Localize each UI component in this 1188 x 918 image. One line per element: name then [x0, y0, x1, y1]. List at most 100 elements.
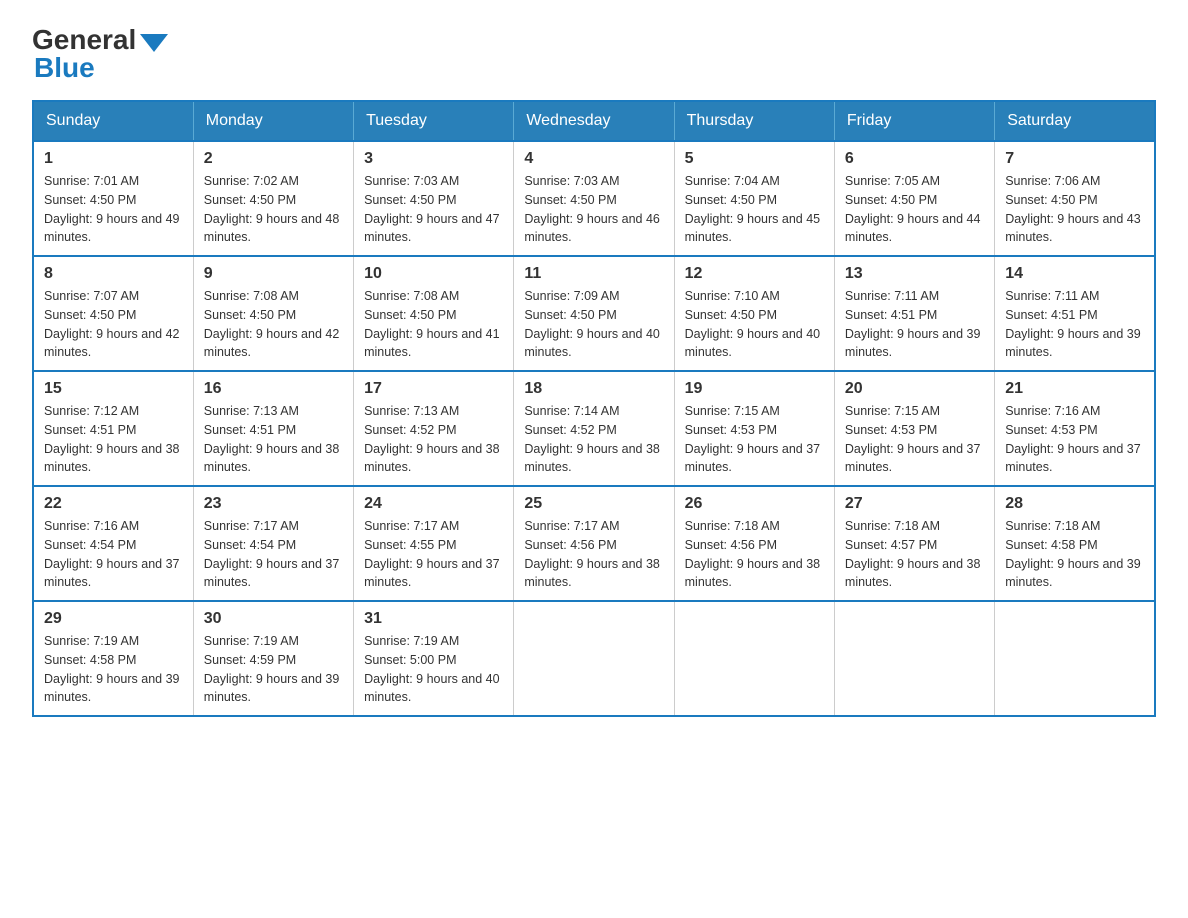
calendar-cell: 29 Sunrise: 7:19 AM Sunset: 4:58 PM Dayl… — [33, 601, 193, 716]
sunset-label: Sunset: 4:50 PM — [364, 308, 456, 322]
day-number: 7 — [1005, 150, 1144, 168]
day-info: Sunrise: 7:11 AM Sunset: 4:51 PM Dayligh… — [1005, 287, 1144, 362]
daylight-label: Daylight: 9 hours and 39 minutes. — [44, 672, 180, 705]
logo-arrow-icon — [140, 34, 168, 52]
daylight-label: Daylight: 9 hours and 38 minutes. — [845, 557, 981, 590]
sunset-label: Sunset: 4:52 PM — [524, 423, 616, 437]
sunrise-label: Sunrise: 7:11 AM — [1005, 289, 1099, 303]
sunset-label: Sunset: 4:58 PM — [44, 653, 136, 667]
calendar-cell: 21 Sunrise: 7:16 AM Sunset: 4:53 PM Dayl… — [995, 371, 1155, 486]
day-info: Sunrise: 7:13 AM Sunset: 4:52 PM Dayligh… — [364, 402, 503, 477]
sunset-label: Sunset: 4:51 PM — [845, 308, 937, 322]
calendar-cell — [995, 601, 1155, 716]
header-sunday: Sunday — [33, 101, 193, 141]
day-number: 15 — [44, 380, 183, 398]
calendar-cell: 24 Sunrise: 7:17 AM Sunset: 4:55 PM Dayl… — [354, 486, 514, 601]
day-number: 8 — [44, 265, 183, 283]
calendar-cell: 14 Sunrise: 7:11 AM Sunset: 4:51 PM Dayl… — [995, 256, 1155, 371]
day-info: Sunrise: 7:05 AM Sunset: 4:50 PM Dayligh… — [845, 172, 984, 247]
day-info: Sunrise: 7:17 AM Sunset: 4:56 PM Dayligh… — [524, 517, 663, 592]
day-number: 2 — [204, 150, 343, 168]
day-number: 4 — [524, 150, 663, 168]
calendar-cell: 5 Sunrise: 7:04 AM Sunset: 4:50 PM Dayli… — [674, 141, 834, 256]
daylight-label: Daylight: 9 hours and 39 minutes. — [204, 672, 340, 705]
day-number: 22 — [44, 495, 183, 513]
day-number: 13 — [845, 265, 984, 283]
sunrise-label: Sunrise: 7:18 AM — [685, 519, 780, 533]
daylight-label: Daylight: 9 hours and 37 minutes. — [364, 557, 500, 590]
sunrise-label: Sunrise: 7:08 AM — [364, 289, 459, 303]
daylight-label: Daylight: 9 hours and 38 minutes. — [524, 442, 660, 475]
daylight-label: Daylight: 9 hours and 46 minutes. — [524, 212, 660, 245]
day-info: Sunrise: 7:19 AM Sunset: 5:00 PM Dayligh… — [364, 632, 503, 707]
sunrise-label: Sunrise: 7:15 AM — [845, 404, 940, 418]
calendar-cell: 10 Sunrise: 7:08 AM Sunset: 4:50 PM Dayl… — [354, 256, 514, 371]
day-number: 30 — [204, 610, 343, 628]
day-info: Sunrise: 7:08 AM Sunset: 4:50 PM Dayligh… — [364, 287, 503, 362]
sunrise-label: Sunrise: 7:10 AM — [685, 289, 780, 303]
sunrise-label: Sunrise: 7:15 AM — [685, 404, 780, 418]
sunrise-label: Sunrise: 7:03 AM — [364, 174, 459, 188]
sunset-label: Sunset: 4:52 PM — [364, 423, 456, 437]
sunrise-label: Sunrise: 7:02 AM — [204, 174, 299, 188]
day-info: Sunrise: 7:01 AM Sunset: 4:50 PM Dayligh… — [44, 172, 183, 247]
daylight-label: Daylight: 9 hours and 42 minutes. — [204, 327, 340, 360]
sunrise-label: Sunrise: 7:01 AM — [44, 174, 139, 188]
day-info: Sunrise: 7:10 AM Sunset: 4:50 PM Dayligh… — [685, 287, 824, 362]
calendar-cell: 2 Sunrise: 7:02 AM Sunset: 4:50 PM Dayli… — [193, 141, 353, 256]
calendar-cell: 1 Sunrise: 7:01 AM Sunset: 4:50 PM Dayli… — [33, 141, 193, 256]
header-friday: Friday — [834, 101, 994, 141]
day-info: Sunrise: 7:16 AM Sunset: 4:54 PM Dayligh… — [44, 517, 183, 592]
sunrise-label: Sunrise: 7:16 AM — [1005, 404, 1100, 418]
sunset-label: Sunset: 4:54 PM — [44, 538, 136, 552]
sunrise-label: Sunrise: 7:18 AM — [1005, 519, 1100, 533]
sunset-label: Sunset: 4:50 PM — [524, 308, 616, 322]
sunset-label: Sunset: 4:53 PM — [1005, 423, 1097, 437]
sunrise-label: Sunrise: 7:07 AM — [44, 289, 139, 303]
sunrise-label: Sunrise: 7:13 AM — [364, 404, 459, 418]
sunset-label: Sunset: 4:56 PM — [524, 538, 616, 552]
day-number: 16 — [204, 380, 343, 398]
daylight-label: Daylight: 9 hours and 37 minutes. — [1005, 442, 1141, 475]
day-info: Sunrise: 7:12 AM Sunset: 4:51 PM Dayligh… — [44, 402, 183, 477]
calendar-cell: 22 Sunrise: 7:16 AM Sunset: 4:54 PM Dayl… — [33, 486, 193, 601]
sunset-label: Sunset: 4:53 PM — [845, 423, 937, 437]
header-monday: Monday — [193, 101, 353, 141]
daylight-label: Daylight: 9 hours and 38 minutes. — [685, 557, 821, 590]
calendar-cell: 11 Sunrise: 7:09 AM Sunset: 4:50 PM Dayl… — [514, 256, 674, 371]
sunset-label: Sunset: 5:00 PM — [364, 653, 456, 667]
day-info: Sunrise: 7:17 AM Sunset: 4:54 PM Dayligh… — [204, 517, 343, 592]
calendar-cell: 26 Sunrise: 7:18 AM Sunset: 4:56 PM Dayl… — [674, 486, 834, 601]
day-info: Sunrise: 7:07 AM Sunset: 4:50 PM Dayligh… — [44, 287, 183, 362]
daylight-label: Daylight: 9 hours and 39 minutes. — [845, 327, 981, 360]
day-number: 11 — [524, 265, 663, 283]
day-number: 6 — [845, 150, 984, 168]
daylight-label: Daylight: 9 hours and 37 minutes. — [685, 442, 821, 475]
day-number: 5 — [685, 150, 824, 168]
sunset-label: Sunset: 4:58 PM — [1005, 538, 1097, 552]
day-info: Sunrise: 7:11 AM Sunset: 4:51 PM Dayligh… — [845, 287, 984, 362]
day-number: 14 — [1005, 265, 1144, 283]
sunrise-label: Sunrise: 7:08 AM — [204, 289, 299, 303]
day-number: 31 — [364, 610, 503, 628]
daylight-label: Daylight: 9 hours and 38 minutes. — [364, 442, 500, 475]
sunrise-label: Sunrise: 7:19 AM — [44, 634, 139, 648]
day-info: Sunrise: 7:14 AM Sunset: 4:52 PM Dayligh… — [524, 402, 663, 477]
sunset-label: Sunset: 4:51 PM — [44, 423, 136, 437]
daylight-label: Daylight: 9 hours and 48 minutes. — [204, 212, 340, 245]
calendar-cell — [674, 601, 834, 716]
calendar-cell: 25 Sunrise: 7:17 AM Sunset: 4:56 PM Dayl… — [514, 486, 674, 601]
daylight-label: Daylight: 9 hours and 38 minutes. — [524, 557, 660, 590]
day-info: Sunrise: 7:19 AM Sunset: 4:58 PM Dayligh… — [44, 632, 183, 707]
sunset-label: Sunset: 4:50 PM — [524, 193, 616, 207]
calendar-week-row: 22 Sunrise: 7:16 AM Sunset: 4:54 PM Dayl… — [33, 486, 1155, 601]
sunset-label: Sunset: 4:50 PM — [845, 193, 937, 207]
daylight-label: Daylight: 9 hours and 41 minutes. — [364, 327, 500, 360]
calendar-cell: 17 Sunrise: 7:13 AM Sunset: 4:52 PM Dayl… — [354, 371, 514, 486]
sunset-label: Sunset: 4:50 PM — [44, 308, 136, 322]
sunset-label: Sunset: 4:50 PM — [1005, 193, 1097, 207]
sunrise-label: Sunrise: 7:18 AM — [845, 519, 940, 533]
daylight-label: Daylight: 9 hours and 45 minutes. — [685, 212, 821, 245]
day-info: Sunrise: 7:13 AM Sunset: 4:51 PM Dayligh… — [204, 402, 343, 477]
day-number: 26 — [685, 495, 824, 513]
